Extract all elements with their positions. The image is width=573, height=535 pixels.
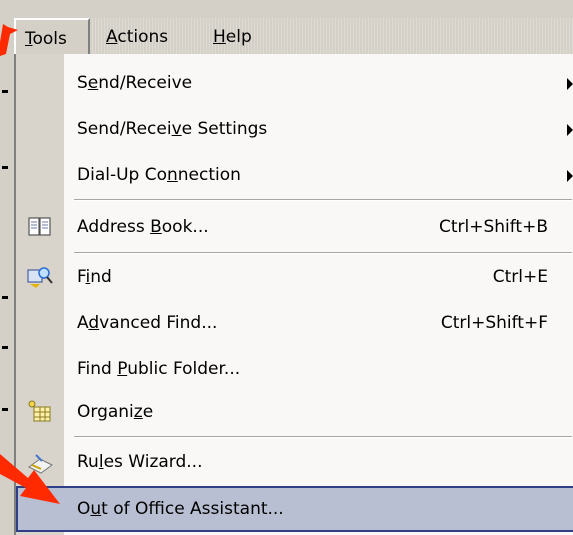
menu-separator [74, 436, 572, 438]
menu-item-label: Dial-Up Connection [77, 165, 241, 185]
organize-icon [28, 400, 51, 422]
submenu-arrow-icon [567, 124, 573, 136]
find-icon [27, 267, 53, 288]
rules-wizard-icon [28, 454, 53, 474]
menu-item-label: Send/Receive [77, 73, 193, 93]
submenu-arrow-icon [567, 170, 573, 182]
menu-item-shortcut: Ctrl+E [492, 267, 548, 287]
menu-tools[interactable]: Tools [14, 18, 90, 56]
menu-item-find-public-folder[interactable]: Find Public Folder... [16, 346, 573, 392]
menu-item-shortcut: Ctrl+Shift+F [440, 313, 548, 333]
background-fragment [2, 408, 8, 411]
menu-separator [74, 199, 572, 201]
menu-item-rules-wizard[interactable]: Rules Wizard... [16, 439, 573, 485]
menu-item-shortcut: Ctrl+Shift+B [438, 217, 548, 237]
menu-item-advanced-find[interactable]: Advanced Find... Ctrl+Shift+F [16, 300, 573, 346]
menu-item-label: Find [77, 267, 112, 287]
background-fragment [2, 90, 8, 93]
menu-item-label: Advanced Find... [77, 313, 218, 333]
menu-item-label: Rules Wizard... [77, 452, 203, 472]
menu-item-label: Organize [77, 402, 154, 422]
menu-item-send-receive-settings[interactable]: Send/Receive Settings [16, 106, 573, 152]
menu-item-organize[interactable]: Organize [16, 389, 573, 435]
menu-item-label: Out of Office Assistant... [77, 499, 284, 519]
menu-item-label: Find Public Folder... [77, 359, 241, 379]
menu-item-address-book[interactable]: Address Book... Ctrl+Shift+B [16, 204, 573, 250]
background-fragment [2, 296, 8, 299]
address-book-icon [28, 217, 51, 236]
menu-item-out-of-office-assistant[interactable]: Out of Office Assistant... [16, 486, 573, 532]
menu-item-label: Send/Receive Settings [77, 119, 268, 139]
background-fragment [2, 466, 8, 469]
menu-item-send-receive[interactable]: Send/Receive [16, 60, 573, 106]
menu-help[interactable]: Help [204, 18, 261, 56]
submenu-arrow-icon [567, 78, 573, 90]
tools-dropdown-menu: Send/Receive Send/Receive Settings Dial-… [14, 54, 573, 535]
menu-item-find[interactable]: Find Ctrl+E [16, 254, 573, 300]
background-fragment [2, 166, 8, 169]
menu-actions[interactable]: Actions [97, 18, 177, 56]
background-window-edge [0, 56, 14, 535]
background-fragment [2, 346, 8, 349]
menu-item-dial-up-connection[interactable]: Dial-Up Connection [16, 152, 573, 198]
menu-item-label: Address Book... [77, 217, 209, 237]
